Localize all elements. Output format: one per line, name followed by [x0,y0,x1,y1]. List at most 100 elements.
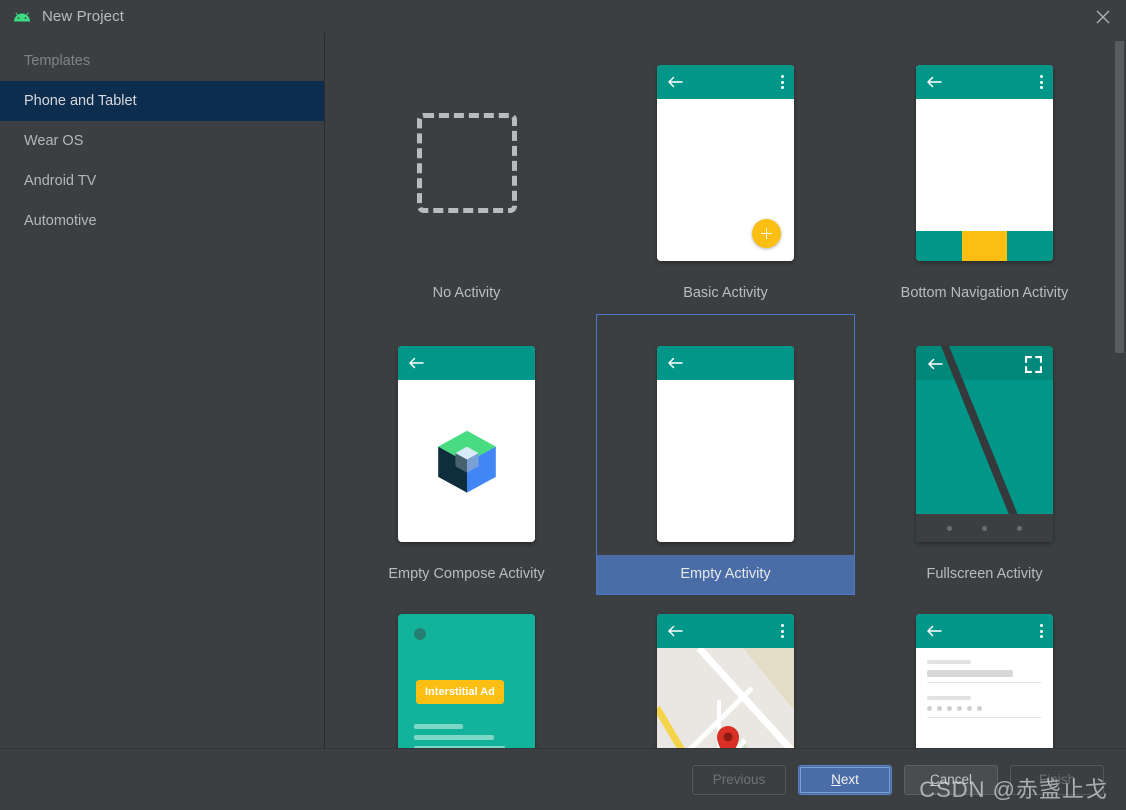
phone-mock [916,614,1053,748]
ad-content: Interstitial Ad [398,614,535,748]
password-dots-icon [927,706,1042,711]
back-arrow-icon [667,75,683,89]
username-label-placeholder [927,660,971,664]
fullscreen-activity-thumbnail [856,333,1113,555]
phone-content [916,99,1053,231]
template-grid: No Activity [325,33,1126,748]
dashed-placeholder-icon [417,113,517,213]
overflow-menu-icon [781,624,784,638]
back-arrow-icon [667,624,683,638]
dialog-body: Templates Phone and Tablet Wear OS Andro… [0,33,1126,748]
nav-tab [1007,231,1053,261]
overflow-menu-icon [1040,624,1043,638]
back-arrow-icon [927,357,943,371]
template-card-no-activity[interactable]: No Activity [337,33,596,314]
bottom-navigation-activity-thumbnail [856,52,1113,274]
dialog-footer: Previous Next Cancel Finish CSDN @赤盏止戈 [0,748,1126,810]
app-bar [657,614,794,648]
window-title: New Project [42,8,124,25]
empty-compose-activity-thumbnail [338,333,595,555]
sidebar-item-label: Wear OS [24,133,83,149]
sidebar-item-wear-os[interactable]: Wear OS [0,121,324,161]
sidebar-item-android-tv[interactable]: Android TV [0,161,324,201]
template-card-interstitial-ad-activity[interactable]: Interstitial Ad [337,595,596,748]
app-bar [398,346,535,380]
previous-button[interactable]: Previous [692,765,786,795]
nav-tab-active [962,231,1008,261]
template-card-bottom-navigation-activity[interactable]: Bottom Navigation Activity [855,33,1114,314]
cancel-button-accelerator: C [930,772,940,787]
app-bar [657,65,794,99]
sidebar-item-automotive[interactable]: Automotive [0,201,324,241]
back-arrow-icon [667,356,683,370]
template-card-google-maps-activity[interactable] [596,595,855,748]
template-card-empty-compose-activity[interactable]: Empty Compose Activity [337,314,596,595]
interstitial-ad-badge: Interstitial Ad [416,680,504,704]
sidebar-item-label: Automotive [24,213,97,229]
fullscreen-expand-icon [1025,356,1042,373]
ad-text-lines [414,724,519,748]
sidebar-header-templates: Templates [0,41,324,81]
login-form [916,648,1053,748]
template-card-fullscreen-activity[interactable]: Fullscreen Activity [855,314,1114,595]
map-canvas [657,648,794,748]
username-value-placeholder [927,670,1013,677]
title-bar: New Project [0,0,1126,33]
password-label-placeholder [927,696,971,700]
phone-mock [657,65,794,261]
phone-content [657,99,794,261]
template-gallery: No Activity [325,33,1126,748]
previous-button-label: Previous [713,772,766,787]
template-card-empty-activity[interactable]: Empty Activity [596,314,855,595]
phone-content [657,648,794,748]
google-maps-activity-thumbnail [597,614,854,748]
scrollbar-thumb[interactable] [1115,41,1124,353]
field-underline [927,717,1042,718]
overflow-menu-icon [1040,75,1043,89]
basic-activity-thumbnail [597,52,854,274]
bottom-navigation-bar [916,231,1053,261]
cancel-button-label: ancel [940,772,972,787]
sidebar-header-label: Templates [24,53,90,69]
back-arrow-icon [926,75,942,89]
next-button-label: ext [841,772,859,787]
phone-content [916,648,1053,748]
template-scrollbar[interactable] [1113,33,1126,748]
template-card-basic-activity[interactable]: Basic Activity [596,33,855,314]
finish-button[interactable]: Finish [1010,765,1104,795]
phone-mock [657,614,794,748]
jetpack-compose-logo-icon [431,425,503,497]
ad-close-dot-icon [414,628,426,640]
navigation-dots [916,514,1053,542]
category-sidebar: Templates Phone and Tablet Wear OS Andro… [0,33,325,748]
sidebar-item-phone-and-tablet[interactable]: Phone and Tablet [0,81,324,121]
template-label: Bottom Navigation Activity [856,274,1113,313]
sidebar-item-label: Phone and Tablet [24,93,137,109]
template-label: Empty Activity [597,555,854,594]
template-label: Basic Activity [597,274,854,313]
back-arrow-icon [408,356,424,370]
field-underline [927,682,1042,683]
next-button-accelerator: N [831,772,841,787]
no-activity-thumbnail [338,52,595,274]
nav-tab [916,231,962,261]
template-card-login-activity[interactable] [855,595,1114,748]
app-bar [916,614,1053,648]
phone-mock [916,65,1053,261]
empty-activity-thumbnail [597,333,854,555]
phone-mock: Interstitial Ad [398,614,535,748]
android-logo-icon [12,10,32,24]
app-bar [916,65,1053,99]
back-arrow-icon [926,624,942,638]
phone-mock [916,346,1053,542]
new-project-dialog: New Project Templates Phone and Tablet W… [0,0,1126,810]
fullscreen-canvas [916,346,1053,542]
phone-mock [657,346,794,542]
template-label: Empty Compose Activity [338,555,595,594]
cancel-button[interactable]: Cancel [904,765,998,795]
close-icon[interactable] [1080,0,1126,33]
next-button[interactable]: Next [798,765,892,795]
app-bar [657,346,794,380]
template-label: No Activity [338,274,595,313]
template-label: Fullscreen Activity [856,555,1113,594]
